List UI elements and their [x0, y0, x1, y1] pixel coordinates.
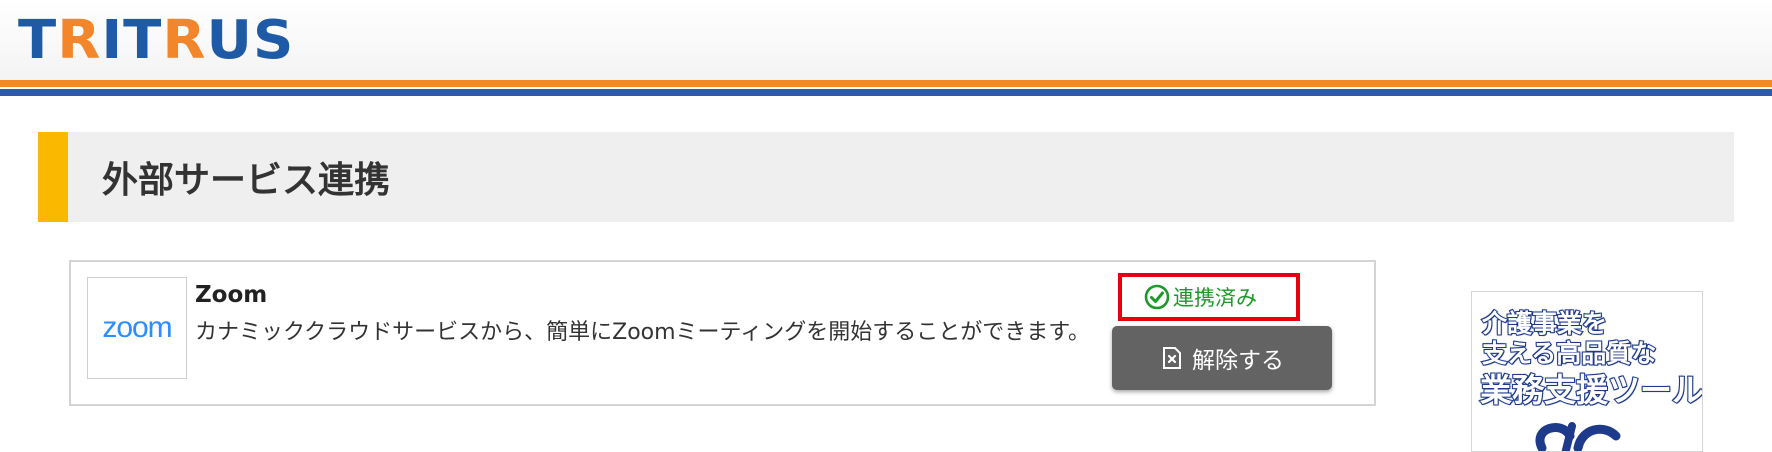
unlink-button-label: 解除する — [1192, 348, 1284, 374]
zoom-logo: zoom — [87, 277, 187, 379]
ad-banner-line-3: 業務支援ツール — [1479, 370, 1703, 410]
ad-banner[interactable]: 介護事業を 支える高品質な 業務支援ツール — [1471, 291, 1703, 452]
header-stripe-blue — [0, 89, 1772, 96]
status-badge: 連携済み — [1118, 273, 1300, 321]
tritrus-logo[interactable]: TRITRUS — [18, 10, 294, 72]
logo-wordmark: TRITRUS — [18, 9, 295, 72]
zoom-logo-text: zoom — [102, 311, 172, 344]
section-header: 外部サービス連携 — [38, 132, 1734, 222]
header-stripe-orange — [0, 80, 1772, 87]
service-description: カナミッククラウドサービスから、簡単にZoomミーティングを開始することができま… — [195, 320, 1091, 345]
ad-banner-logo-mark — [1535, 422, 1621, 451]
site-header: TRITRUS — [0, 0, 1772, 96]
page-title: 外部サービス連携 — [102, 160, 391, 201]
section-accent-bar — [38, 132, 68, 222]
unlink-button[interactable]: 解除する — [1112, 326, 1332, 390]
unlink-icon — [1160, 345, 1184, 371]
service-name: Zoom — [195, 282, 268, 308]
check-circle-icon — [1144, 284, 1170, 310]
service-card-zoom: zoom Zoom カナミッククラウドサービスから、簡単にZoomミーティングを… — [69, 260, 1376, 406]
status-label: 連携済み — [1173, 286, 1257, 310]
